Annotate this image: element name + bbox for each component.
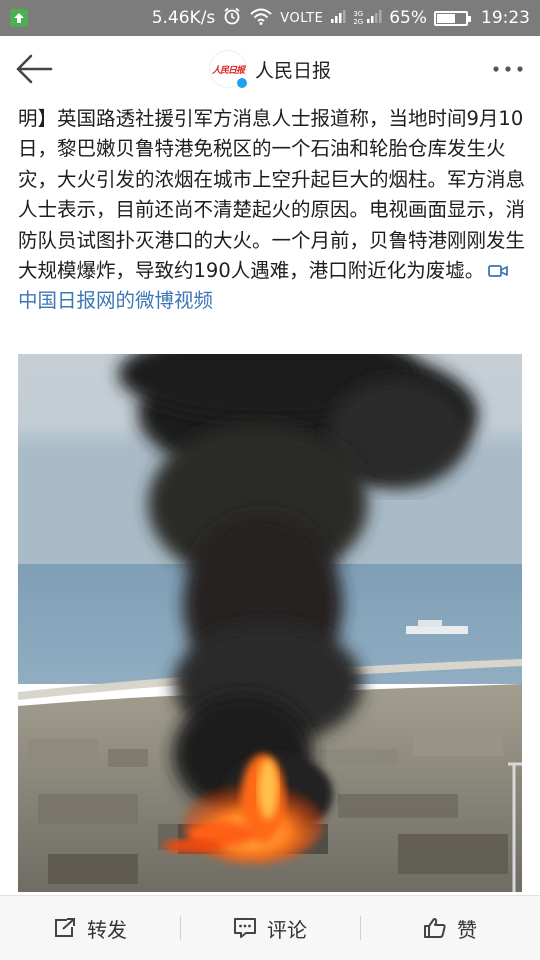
action-bar: 转发 评论 赞 bbox=[0, 895, 540, 960]
repost-icon bbox=[55, 918, 75, 937]
repost-button[interactable]: 转发 bbox=[0, 896, 180, 960]
like-label: 赞 bbox=[457, 917, 477, 942]
more-button[interactable] bbox=[490, 60, 526, 78]
page-title[interactable]: 人民日报 bbox=[255, 56, 331, 83]
upload-notification-icon bbox=[10, 9, 28, 27]
video-camera-icon[interactable] bbox=[488, 263, 509, 279]
signal-icon bbox=[330, 8, 346, 29]
battery-percent: 65% bbox=[389, 8, 427, 28]
wifi-icon bbox=[249, 7, 273, 30]
back-button[interactable] bbox=[14, 52, 54, 86]
signal-icon bbox=[366, 8, 382, 29]
avatar-logo: 人民日报 bbox=[211, 65, 245, 76]
comment-icon bbox=[234, 918, 256, 938]
article-content: 明】英国路透社援引军方消息人士报道称，当地时间9月10日，黎巴嫩贝鲁特港免税区的… bbox=[18, 104, 526, 317]
like-button[interactable]: 赞 bbox=[360, 896, 540, 960]
network-type: 3G 2G bbox=[353, 10, 364, 26]
alarm-icon bbox=[222, 6, 242, 31]
avatar[interactable]: 人民日报 bbox=[208, 50, 249, 90]
repost-label: 转发 bbox=[87, 917, 127, 942]
comment-label: 评论 bbox=[267, 917, 307, 942]
status-bar: 5.46K/s VOLTE 3G 2G 65% 19:23 bbox=[0, 0, 540, 36]
battery-level bbox=[437, 13, 456, 23]
clock: 19:23 bbox=[481, 8, 530, 28]
video-source-link[interactable]: 中国日报网的微博视频 bbox=[18, 286, 526, 316]
battery-icon bbox=[434, 10, 471, 26]
network-label: VOLTE bbox=[280, 10, 324, 26]
article-body: 明】英国路透社援引军方消息人士报道称，当地时间9月10日，黎巴嫩贝鲁特港免税区的… bbox=[18, 107, 526, 283]
video-player[interactable] bbox=[18, 354, 522, 892]
back-arrow-icon bbox=[16, 54, 53, 84]
verified-icon bbox=[234, 76, 249, 90]
video-frame-image bbox=[18, 354, 522, 892]
comment-button[interactable]: 评论 bbox=[180, 896, 360, 960]
network-speed: 5.46K/s bbox=[151, 8, 216, 28]
more-dots-icon bbox=[493, 66, 523, 72]
app-header: 人民日报 人民日报 bbox=[0, 36, 540, 102]
thumbs-up-icon bbox=[424, 918, 446, 938]
